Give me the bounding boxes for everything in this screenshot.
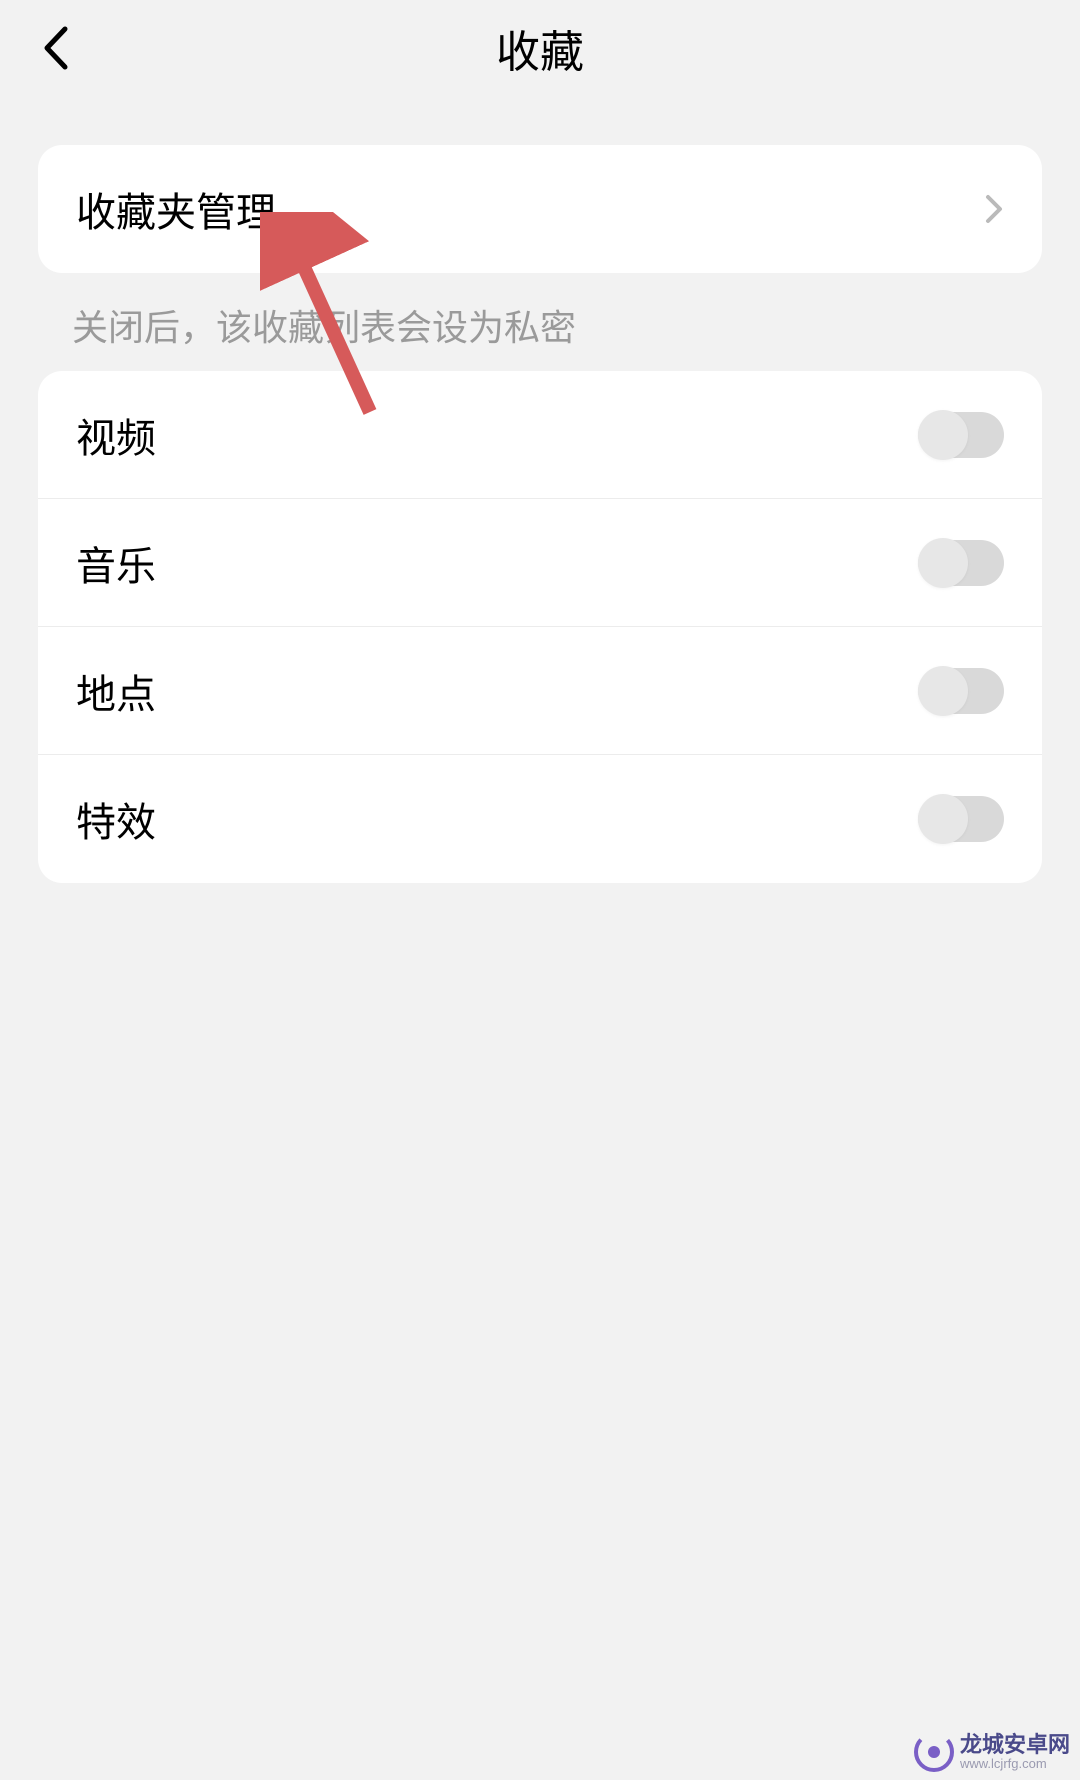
toggle-label-location: 地点 [76, 662, 156, 720]
chevron-left-icon [41, 25, 69, 71]
section-management: 收藏夹管理 [38, 145, 1042, 273]
privacy-hint: 关闭后，该收藏列表会设为私密 [72, 303, 1042, 353]
toggle-location[interactable] [918, 668, 1004, 714]
watermark-text: 龙城安卓网 www.lcjrfg.com [960, 1733, 1070, 1771]
back-button[interactable] [30, 23, 80, 73]
toggle-knob [918, 410, 968, 460]
watermark: 龙城安卓网 www.lcjrfg.com [914, 1732, 1070, 1772]
header-bar: 收藏 [0, 0, 1080, 95]
toggle-label-video: 视频 [76, 406, 156, 464]
toggle-row-effects: 特效 [38, 755, 1042, 883]
watermark-title: 龙城安卓网 [960, 1733, 1070, 1757]
favorites-management-row[interactable]: 收藏夹管理 [38, 145, 1042, 273]
toggle-knob [918, 538, 968, 588]
toggle-row-video: 视频 [38, 371, 1042, 499]
favorites-management-label: 收藏夹管理 [76, 180, 276, 238]
toggle-knob [918, 794, 968, 844]
toggle-effects[interactable] [918, 796, 1004, 842]
toggle-knob [918, 666, 968, 716]
chevron-right-icon [984, 193, 1004, 225]
toggle-music[interactable] [918, 540, 1004, 586]
toggle-row-location: 地点 [38, 627, 1042, 755]
watermark-sub: www.lcjrfg.com [960, 1757, 1070, 1771]
toggle-label-music: 音乐 [76, 534, 156, 592]
page-title: 收藏 [0, 16, 1080, 80]
section-toggles: 视频 音乐 地点 特效 [38, 371, 1042, 883]
toggle-label-effects: 特效 [76, 790, 156, 848]
toggle-row-music: 音乐 [38, 499, 1042, 627]
toggle-video[interactable] [918, 412, 1004, 458]
watermark-logo-icon [914, 1732, 954, 1772]
